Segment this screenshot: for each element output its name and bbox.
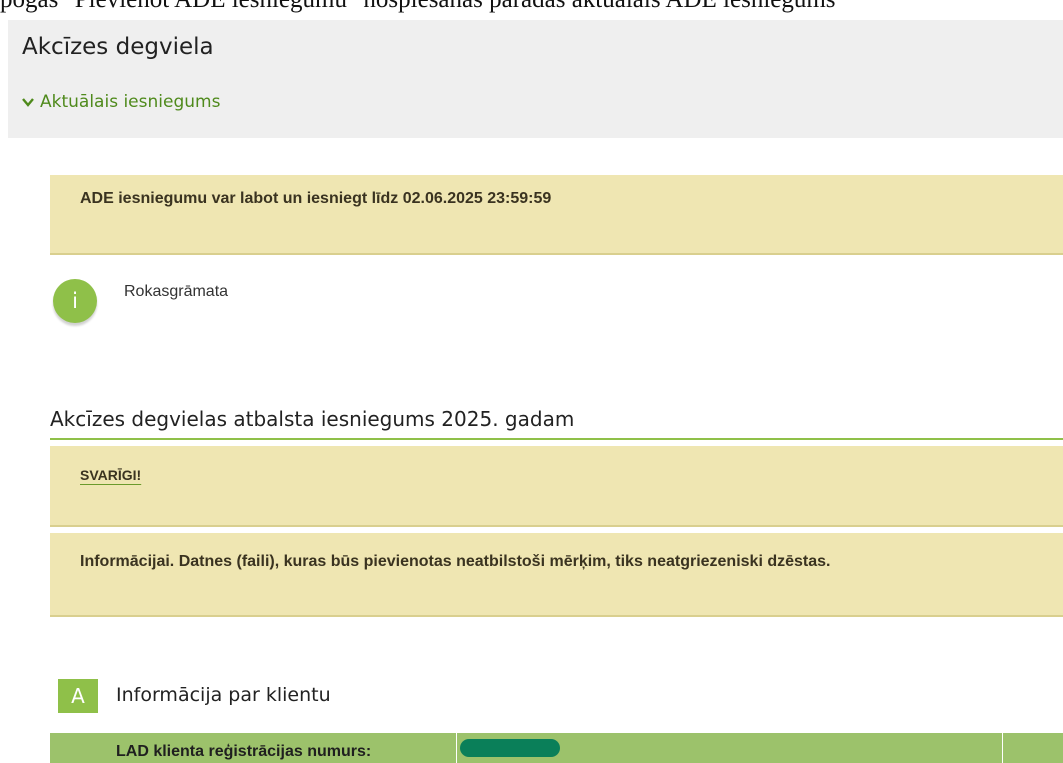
important-notice: SVARĪGI! (50, 446, 1063, 527)
current-application-expander[interactable]: Aktuālais iesniegums (22, 92, 220, 112)
deadline-text: ADE iesniegumu var labot un iesniegt līd… (80, 190, 552, 207)
client-info-row: LAD klienta reģistrācijas numurs: (50, 733, 1063, 763)
section-title: Akcīzes degvielas atbalsta iesniegums 20… (50, 407, 575, 431)
cropped-instruction-text: pogas "Pievienot ADE iesniegumu" nospieš… (0, 0, 1063, 20)
client-section-title: Informācija par klientu (116, 684, 331, 706)
info-notice: Informācijai. Datnes (faili), kuras būs … (50, 533, 1063, 617)
section-badge: A (58, 679, 98, 713)
section-divider (50, 438, 1063, 440)
manual-link[interactable]: Rokasgrāmata (124, 283, 228, 301)
info-icon[interactable]: i (53, 279, 97, 323)
cell-divider (1002, 733, 1003, 763)
row-label: LAD klienta reģistrācijas numurs: (116, 743, 372, 760)
expander-label: Aktuālais iesniegums (40, 92, 221, 112)
redacted-value (460, 739, 560, 757)
page-title: Akcīzes degviela (22, 34, 214, 60)
page-header: Akcīzes degviela Aktuālais iesniegums (8, 20, 1063, 138)
info-notice-text: Informācijai. Datnes (faili), kuras būs … (80, 553, 831, 570)
deadline-notice: ADE iesniegumu var labot un iesniegt līd… (50, 175, 1063, 255)
row-label-cell: LAD klienta reģistrācijas numurs: (50, 733, 457, 763)
chevron-down-icon (22, 98, 34, 107)
important-link[interactable]: SVARĪGI! (80, 467, 141, 483)
